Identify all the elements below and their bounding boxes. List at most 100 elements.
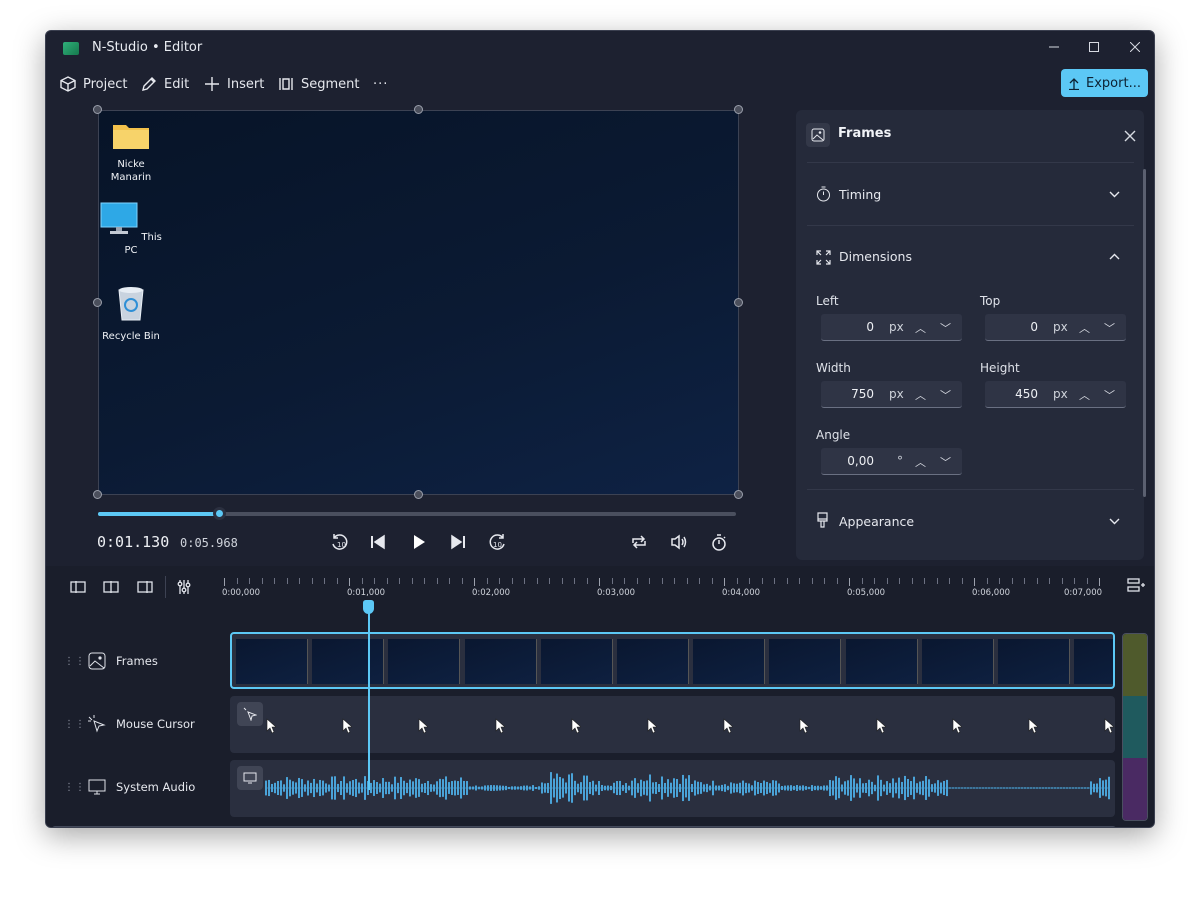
track-header-frames[interactable]: ⋮⋮ Frames — [64, 633, 158, 689]
close-window-button[interactable] — [1115, 35, 1154, 61]
frame-thumbnail[interactable] — [693, 639, 766, 684]
time-ruler[interactable]: 0:00,000 0:01,000 0:02,000 0:03,000 0:04,000… — [222, 574, 1112, 602]
height-input[interactable]: 450 px ︿ ﹀ — [985, 381, 1126, 408]
cursor-track[interactable] — [230, 696, 1115, 753]
resize-handle-bl[interactable] — [93, 490, 102, 499]
previous-frame-button[interactable] — [367, 531, 389, 553]
audio-track[interactable] — [230, 760, 1115, 817]
timer-button[interactable] — [708, 531, 730, 553]
increment-icon[interactable]: ︿ — [1079, 320, 1090, 336]
drag-handle-icon[interactable]: ⋮⋮ — [64, 782, 85, 793]
ruler-label: 0:03,000 — [597, 588, 636, 598]
width-input[interactable]: 750 px ︿ ﹀ — [821, 381, 962, 408]
split-left-button[interactable] — [68, 577, 88, 597]
ruler-tick — [1099, 578, 1100, 586]
drag-handle-icon[interactable]: ⋮⋮ — [64, 719, 85, 730]
loop-button[interactable] — [628, 531, 650, 553]
volume-button[interactable] — [668, 531, 690, 553]
decrement-icon[interactable]: ﹀ — [940, 387, 951, 403]
increment-icon[interactable]: ︿ — [1079, 387, 1090, 403]
increment-icon[interactable]: ︿ — [915, 454, 926, 470]
maximize-button[interactable] — [1074, 35, 1114, 61]
preview-canvas[interactable]: Nicke Manarin This PC Recycle Bin — [98, 110, 739, 495]
next-frame-button[interactable] — [447, 531, 469, 553]
forward-10-button[interactable]: 10 — [487, 531, 509, 553]
increment-icon[interactable]: ︿ — [915, 387, 926, 403]
cursor-arrow-icon — [419, 718, 429, 734]
edit-menu[interactable]: Edit — [141, 73, 189, 95]
track-header-audio[interactable]: ⋮⋮ System Audio — [64, 759, 195, 815]
playhead-handle[interactable] — [363, 600, 374, 614]
top-input[interactable]: 0 px ︿ ﹀ — [985, 314, 1126, 341]
seek-bar[interactable] — [98, 507, 736, 520]
seek-thumb[interactable] — [213, 507, 227, 520]
timeline: 0:00,000 0:01,000 0:02,000 0:03,000 0:04,000… — [46, 566, 1154, 827]
monitor-speaker-icon — [88, 779, 106, 795]
export-button[interactable]: Export... — [1061, 69, 1148, 97]
resize-handle-r[interactable] — [734, 298, 743, 307]
frame-thumbnail[interactable] — [998, 639, 1070, 684]
resize-handle-b[interactable] — [414, 490, 423, 499]
chevron-down-icon — [1109, 518, 1120, 525]
ruler-tick — [411, 578, 413, 584]
frame-thumbnail[interactable] — [388, 639, 461, 684]
desktop-icon[interactable]: Recycle Bin — [100, 284, 162, 343]
chevron-down-icon — [1109, 191, 1120, 198]
frames-track[interactable] — [230, 632, 1115, 689]
timing-section[interactable]: Timing — [807, 162, 1134, 224]
chevron-up-icon[interactable] — [1109, 253, 1120, 260]
ruler-tick — [224, 578, 225, 586]
timeline-overview[interactable] — [52, 826, 1116, 827]
split-right-button[interactable] — [135, 577, 155, 597]
frame-thumbnail[interactable] — [921, 639, 994, 684]
rewind-10-button[interactable]: 10 — [328, 531, 350, 553]
frame-thumbnail[interactable] — [540, 639, 613, 684]
desktop-icon[interactable]: This PC — [100, 202, 162, 257]
resize-handle-t[interactable] — [414, 105, 423, 114]
width-unit: px — [889, 387, 904, 401]
frame-thumbnail[interactable] — [845, 639, 918, 684]
ruler-tick — [649, 578, 650, 584]
decrement-icon[interactable]: ﹀ — [940, 320, 951, 336]
frame-thumbnail[interactable] — [464, 639, 537, 684]
ruler-tick — [536, 578, 538, 584]
frame-thumbnail[interactable] — [769, 639, 842, 684]
ruler-tick — [486, 578, 488, 584]
more-menu[interactable]: ··· — [373, 73, 388, 95]
desktop-icon[interactable]: Nicke Manarin — [100, 120, 162, 184]
track-header-cursor[interactable]: ⋮⋮ Mouse Cursor — [64, 696, 195, 752]
ruler-tick — [949, 578, 950, 584]
frame-thumbnail[interactable] — [236, 639, 308, 684]
split-center-button[interactable] — [101, 577, 121, 597]
panel-close-button[interactable] — [1124, 128, 1136, 146]
track-color-audio — [1123, 758, 1147, 820]
ruler-tick — [574, 578, 575, 584]
dimensions-title[interactable]: Dimensions — [839, 249, 912, 264]
minimize-button[interactable] — [1034, 35, 1074, 61]
frame-thumbnail[interactable] — [617, 639, 689, 684]
play-button[interactable] — [408, 531, 430, 553]
appearance-section[interactable]: Appearance — [807, 489, 1134, 551]
resize-handle-l[interactable] — [93, 298, 102, 307]
increment-icon[interactable]: ︿ — [915, 320, 926, 336]
volume-icon — [671, 534, 687, 550]
insert-menu[interactable]: Insert — [204, 73, 264, 95]
resize-handle-tl[interactable] — [93, 105, 102, 114]
decrement-icon[interactable]: ﹀ — [1104, 387, 1115, 403]
rewind-10-icon: 10 — [332, 534, 348, 550]
frame-thumbnail[interactable] — [1074, 639, 1113, 684]
resize-handle-br[interactable] — [734, 490, 743, 499]
panel-scrollbar[interactable] — [1143, 169, 1146, 497]
track-settings-button[interactable] — [174, 577, 194, 597]
drag-handle-icon[interactable]: ⋮⋮ — [64, 656, 85, 667]
project-menu[interactable]: Project — [60, 73, 127, 95]
decrement-icon[interactable]: ﹀ — [940, 454, 951, 470]
skip-back-icon — [371, 534, 385, 550]
frame-thumbnail[interactable] — [312, 639, 385, 684]
decrement-icon[interactable]: ﹀ — [1104, 320, 1115, 336]
add-track-button[interactable] — [1126, 575, 1146, 595]
resize-handle-tr[interactable] — [734, 105, 743, 114]
left-input[interactable]: 0 px ︿ ﹀ — [821, 314, 962, 341]
angle-input[interactable]: 0,00 ° ︿ ﹀ — [821, 448, 962, 475]
segment-menu[interactable]: Segment — [278, 73, 360, 95]
